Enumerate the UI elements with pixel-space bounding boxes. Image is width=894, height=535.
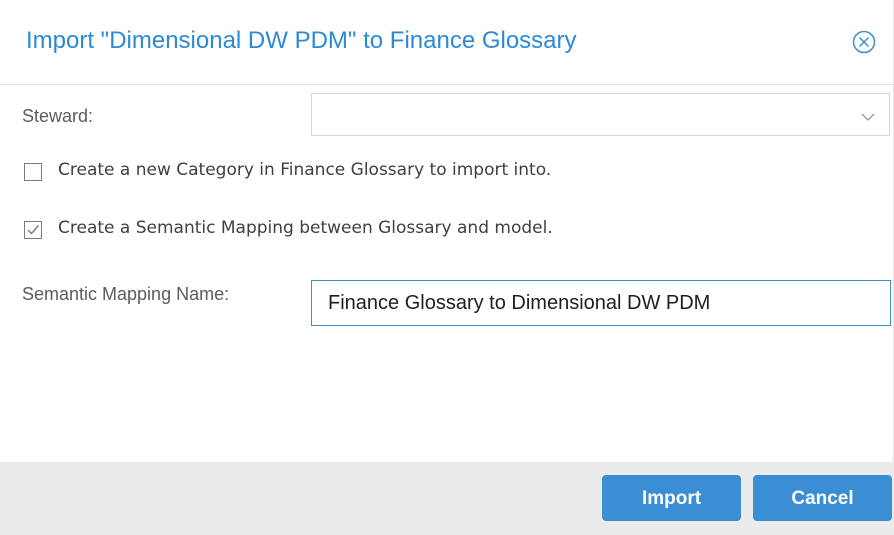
import-button[interactable]: Import bbox=[602, 475, 741, 521]
dialog-footer: Import Cancel bbox=[0, 462, 894, 535]
close-circle-icon bbox=[852, 30, 876, 54]
create-mapping-label: Create a Semantic Mapping between Glossa… bbox=[58, 218, 553, 238]
dialog-title-bar: Import "Dimensional DW PDM" to Finance G… bbox=[0, 0, 894, 85]
create-category-label: Create a new Category in Finance Glossar… bbox=[58, 160, 552, 180]
mapping-name-label: Semantic Mapping Name: bbox=[22, 284, 230, 304]
create-category-checkbox[interactable] bbox=[24, 163, 42, 181]
cancel-button[interactable]: Cancel bbox=[753, 475, 892, 521]
steward-select[interactable] bbox=[311, 93, 890, 136]
create-mapping-checkbox[interactable] bbox=[24, 221, 42, 239]
chevron-down-icon bbox=[861, 109, 875, 127]
mapping-name-input[interactable] bbox=[311, 280, 891, 326]
checkmark-icon bbox=[27, 225, 40, 235]
close-button[interactable] bbox=[852, 30, 876, 54]
import-dialog: Import "Dimensional DW PDM" to Finance G… bbox=[0, 0, 894, 535]
dialog-title: Import "Dimensional DW PDM" to Finance G… bbox=[26, 27, 577, 54]
steward-label: Steward: bbox=[22, 106, 94, 126]
